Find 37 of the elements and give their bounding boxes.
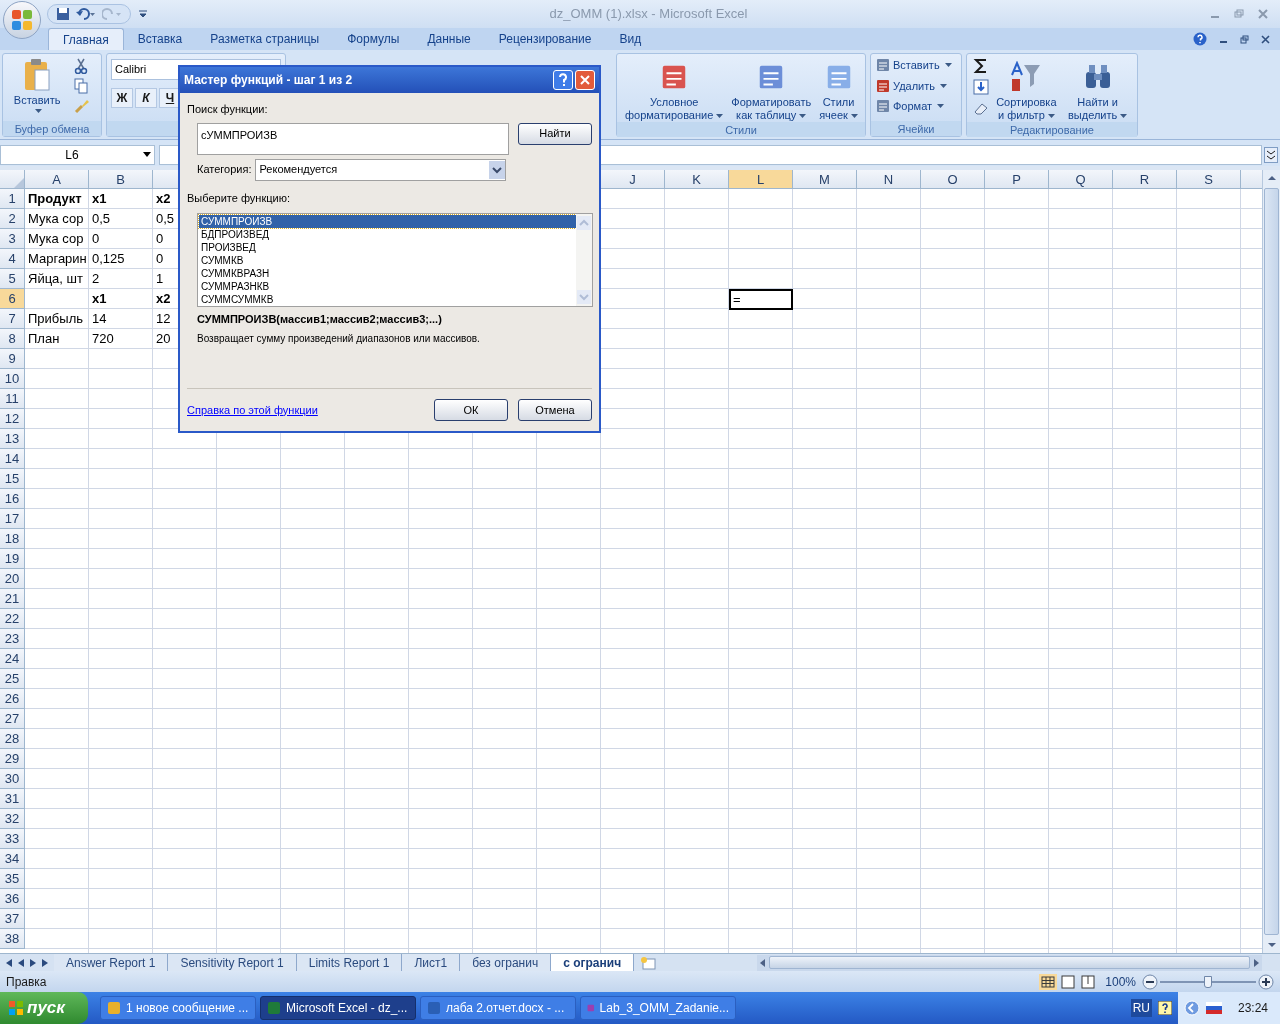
cell-text: План: [27, 330, 61, 349]
cell-text: Мука сор: [27, 230, 85, 249]
cell-text: Маргарин: [27, 250, 88, 269]
cell-text: 12: [155, 310, 172, 329]
group-label: Ячейки: [871, 121, 961, 136]
cell-text: Прибыль: [27, 310, 84, 329]
clock: 23:24: [1236, 1000, 1269, 1017]
cell-text: 0,5: [91, 210, 112, 229]
cell-text: 0: [155, 250, 165, 269]
cell-text: Мука сор: [27, 210, 85, 229]
function-description: Возвращает сумму произведений диапазонов или массивов.: [197, 331, 481, 346]
cell-text: 1: [155, 270, 165, 289]
group-label: Редактирование: [967, 122, 1137, 137]
cell-text: 0: [155, 230, 165, 249]
zoom-level: 100%: [1105, 973, 1136, 991]
cell-text: 14: [91, 310, 108, 329]
function-signature: СУММПРОИЗВ(массив1;массив2;массив3;...): [197, 312, 443, 327]
cell-text: x2: [155, 290, 172, 309]
window-title: dz_OMM (1).xlsx - Microsoft Excel: [548, 5, 749, 24]
group-label: Буфер обмена: [3, 121, 101, 136]
search-label: Поиск функции:: [187, 102, 269, 117]
cell-text: x2: [155, 190, 172, 209]
cell-text: 720: [91, 330, 115, 349]
cell-text: 0: [91, 230, 101, 249]
dialog-title: Мастер функций - шаг 1 из 2: [184, 72, 354, 89]
list-label: Выберите функцию:: [187, 190, 291, 206]
category-label: Категория:: [197, 162, 252, 178]
cell-text: x1: [91, 290, 108, 309]
cell-text: Продукт: [27, 190, 83, 209]
cell-text: 2: [91, 270, 101, 289]
cell-text: Яйца, шт: [27, 270, 84, 289]
cell-text: 0,5: [155, 210, 176, 229]
cell-text: 0,125: [91, 250, 126, 269]
status-mode: Правка: [5, 973, 48, 991]
cell-text: 20: [155, 330, 172, 349]
group-label: Стили: [617, 122, 865, 137]
cell-text: x1: [91, 190, 108, 209]
